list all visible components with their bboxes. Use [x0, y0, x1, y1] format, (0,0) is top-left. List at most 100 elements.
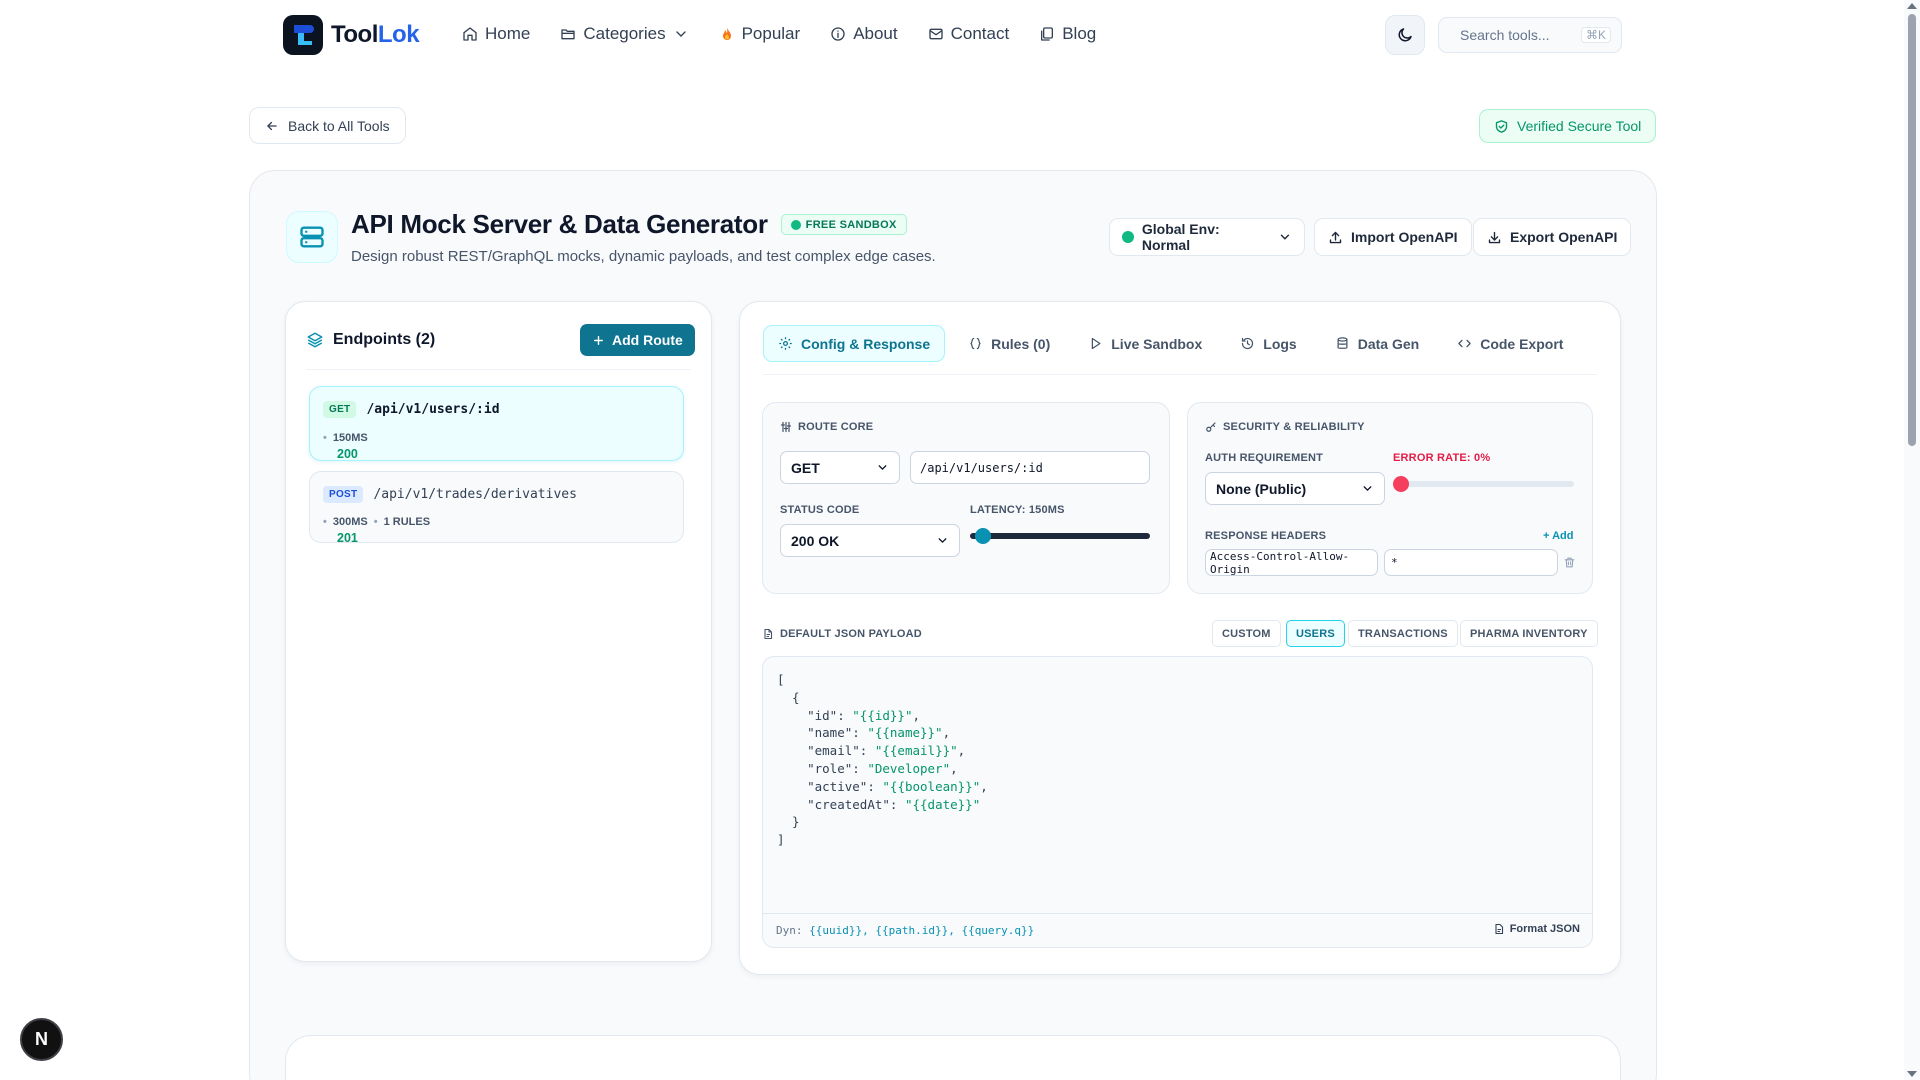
auth-label: AUTH REQUIREMENT: [1205, 452, 1324, 464]
status-code-select[interactable]: 200 OK: [780, 524, 960, 557]
status-code-label: STATUS CODE: [780, 504, 860, 516]
global-env-select[interactable]: Global Env: Normal: [1109, 218, 1305, 256]
editor-footer: Dyn: {{uuid}}, {{path.id}}, {{query.q}} …: [763, 913, 1592, 947]
nav-blog[interactable]: Blog: [1039, 24, 1096, 44]
format-json-button[interactable]: Format JSON: [1493, 923, 1580, 935]
json-code[interactable]: [ { "id": "{{id}}", "name": "{{name}}", …: [777, 671, 988, 849]
endpoints-title: Endpoints (2): [333, 331, 436, 348]
add-header-link[interactable]: + Add: [1543, 530, 1573, 542]
back-to-tools-button[interactable]: Back to All Tools: [249, 107, 406, 144]
endpoint-path: /api/v1/users/:id: [366, 402, 500, 417]
latency-thumb[interactable]: [974, 528, 991, 544]
auth-select-value: None (Public): [1216, 480, 1307, 497]
scroll-up-arrow-icon[interactable]: [1907, 3, 1917, 9]
error-rate-slider[interactable]: [1393, 476, 1574, 492]
tab-label: Logs: [1263, 335, 1297, 352]
endpoint-status: 201: [337, 531, 358, 545]
theme-toggle-button[interactable]: [1385, 15, 1425, 55]
auth-select[interactable]: None (Public): [1205, 472, 1385, 505]
preset-transactions-button[interactable]: TRANSACTIONS: [1348, 620, 1458, 647]
search-shortcut: ⌘K: [1581, 27, 1612, 43]
nav-home[interactable]: Home: [462, 24, 530, 44]
top-navbar: ToolLok Home Categories Popular About Co…: [0, 0, 1904, 70]
meta-separator: •: [373, 516, 378, 528]
security-label: SECURITY & RELIABILITY: [1223, 421, 1365, 433]
nav-about-label: About: [853, 24, 898, 43]
payload-label: DEFAULT JSON PAYLOAD: [780, 628, 922, 640]
endpoint-item[interactable]: GET /api/v1/users/:id 200 • 150MS: [309, 386, 684, 461]
search-input[interactable]: [1460, 27, 1572, 43]
free-sandbox-label: FREE SANDBOX: [805, 218, 897, 231]
page-scrollbar[interactable]: [1904, 0, 1920, 1080]
code-line: "name": "{{name}}",: [807, 725, 951, 741]
flame-icon: [722, 27, 731, 40]
endpoint-rules: 1 RULES: [383, 516, 431, 528]
secondary-card: [285, 1035, 1621, 1080]
preset-users-button[interactable]: USERS: [1286, 620, 1345, 647]
nextjs-dev-indicator[interactable]: N: [20, 1018, 63, 1061]
preset-custom-button[interactable]: CUSTOM: [1212, 620, 1281, 647]
meta-separator: •: [323, 432, 327, 444]
nav-about[interactable]: About: [830, 24, 898, 44]
endpoint-status: 200: [337, 447, 358, 461]
tab-config-response[interactable]: Config & Response: [763, 325, 946, 362]
preset-pharma-button[interactable]: PHARMA INVENTORY: [1460, 620, 1598, 647]
import-openapi-button[interactable]: Import OpenAPI: [1314, 218, 1472, 256]
back-label: Back to All Tools: [288, 117, 390, 134]
nav-contact-label: Contact: [950, 24, 1010, 43]
delete-header-button[interactable]: [1563, 556, 1576, 569]
code-line: "id": "{{id}}",: [807, 707, 921, 723]
download-icon: [1488, 231, 1501, 243]
info-icon: [831, 27, 845, 41]
endpoint-route: POST /api/v1/trades/derivatives: [323, 486, 577, 503]
route-core-label: ROUTE CORE: [798, 421, 874, 433]
env-status-dot-icon: [1122, 231, 1134, 243]
database-icon: [1337, 337, 1348, 349]
moon-icon: [1398, 28, 1412, 42]
error-rate-track: [1393, 481, 1574, 487]
tab-logs[interactable]: Logs: [1225, 325, 1311, 362]
json-editor[interactable]: [ { "id": "{{id}}", "name": "{{name}}", …: [762, 656, 1593, 948]
error-rate-thumb[interactable]: [1393, 476, 1409, 492]
tab-label: Rules (0): [991, 335, 1051, 352]
import-openapi-label: Import OpenAPI: [1351, 229, 1458, 245]
header-key-input[interactable]: Access-Control-Allow-Origin: [1205, 549, 1378, 576]
code-line: ]: [777, 832, 785, 848]
export-openapi-label: Export OpenAPI: [1510, 229, 1618, 245]
route-path-input[interactable]: /api/v1/users/:id: [910, 451, 1150, 484]
scroll-down-arrow-icon[interactable]: [1907, 1071, 1917, 1077]
nav-popular[interactable]: Popular: [719, 24, 800, 44]
method-select[interactable]: GET: [780, 451, 900, 484]
upload-icon: [1329, 231, 1342, 243]
key-icon: [1206, 422, 1216, 432]
home-icon: [463, 27, 477, 41]
status-code-value: 200 OK: [791, 532, 840, 549]
tab-data-gen[interactable]: Data Gen: [1320, 325, 1434, 362]
chevron-down-icon: [938, 538, 947, 544]
tab-label: Code Export: [1480, 335, 1564, 352]
payload-title: DEFAULT JSON PAYLOAD: [762, 628, 922, 640]
tab-label: Config & Response: [801, 335, 931, 352]
latency-slider[interactable]: [970, 528, 1150, 544]
tab-live-sandbox[interactable]: Live Sandbox: [1073, 325, 1217, 362]
brand-name: ToolLok: [331, 21, 420, 49]
brand-logo[interactable]: ToolLok: [283, 15, 420, 55]
tab-code-export[interactable]: Code Export: [1442, 325, 1578, 362]
export-openapi-button[interactable]: Export OpenAPI: [1473, 218, 1632, 256]
nav-contact[interactable]: Contact: [928, 24, 1010, 44]
header-value-input[interactable]: *: [1384, 549, 1558, 576]
response-headers-label: RESPONSE HEADERS: [1205, 530, 1327, 542]
add-route-button[interactable]: Add Route: [580, 324, 695, 356]
tab-rules[interactable]: Rules (0): [953, 325, 1065, 362]
nav-categories[interactable]: Categories: [560, 24, 688, 44]
format-json-label: Format JSON: [1509, 923, 1580, 935]
code-icon: [1458, 339, 1471, 348]
nav-blog-label: Blog: [1062, 24, 1097, 43]
nav-categories-label: Categories: [583, 24, 666, 43]
search-box[interactable]: ⌘K: [1438, 17, 1622, 53]
file-icon: [764, 628, 773, 640]
endpoint-item[interactable]: POST /api/v1/trades/derivatives 201 • 30…: [309, 471, 684, 545]
scroll-thumb[interactable]: [1908, 14, 1916, 446]
code-line: "email": "{{email}}",: [807, 743, 966, 759]
endpoints-panel: Endpoints (2) Add Route GET /api/v1/user…: [285, 301, 712, 962]
